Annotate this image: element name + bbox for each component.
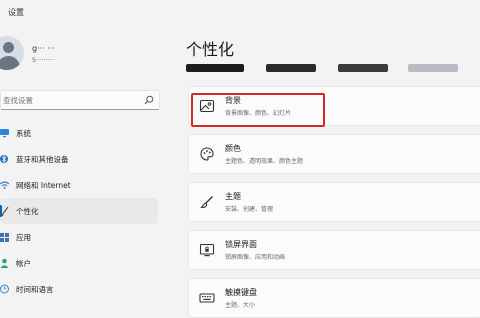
theme-preview[interactable] [338,64,388,72]
sidebar-item-time-language[interactable]: 时间和语言 [0,276,158,302]
card-subtitle: 锁屏图像、应用和动画 [225,254,286,261]
sidebar-item-system[interactable]: 系统 [0,120,158,146]
page-title: 个性化 [186,40,235,59]
wifi-icon [0,181,10,189]
window-title: 设置 [8,8,24,17]
apps-icon [0,233,9,242]
card-subtitle: 主题、大小 [225,302,256,309]
sidebar-item-label: 蓝牙和其他设备 [16,155,69,164]
sidebar-item-label: 个性化 [16,207,39,216]
person-icon [0,258,9,268]
search-box[interactable] [0,90,160,110]
lock-screen-icon [199,243,215,257]
monitor-icon [0,129,9,138]
search-icon[interactable] [144,95,154,105]
user-profile[interactable]: g··· ··· S·········· [0,32,175,74]
theme-preview[interactable] [408,64,458,72]
card-title: 锁屏界面 [225,240,257,249]
main-content: 个性化 背景 背景图像、颜色、幻灯片 颜色 主题色、透明效果、颜色主题 主题 安… [186,0,480,318]
brush-icon [200,196,213,208]
bluetooth-icon [0,155,8,163]
sidebar-nav: 系统 蓝牙和其他设备 网络和 Internet 个性化 应用 帐户 时间和语言 [0,120,160,302]
sidebar-item-label: 时间和语言 [16,285,54,294]
card-touch-keyboard[interactable]: 触摸键盘 主题、大小 [188,278,480,318]
sidebar-item-personalization[interactable]: 个性化 [0,198,158,224]
sidebar-item-label: 帐户 [16,259,31,268]
highlight-box [191,93,325,127]
user-email: S·········· [32,57,55,64]
search-input[interactable] [1,91,139,109]
card-title: 颜色 [225,144,241,153]
card-subtitle: 主题色、透明效果、颜色主题 [225,158,304,165]
avatar [0,36,24,70]
sidebar-item-apps[interactable]: 应用 [0,224,158,250]
brush-icon [0,206,9,217]
sidebar-item-accounts[interactable]: 帐户 [0,250,158,276]
sidebar-item-network[interactable]: 网络和 Internet [0,172,158,198]
theme-preview[interactable] [186,64,244,72]
settings-window: 设置 g··· ··· S·········· 系统 蓝牙和其他设备 [0,0,480,318]
card-themes[interactable]: 主题 安装、创建、管理 [188,182,480,222]
card-subtitle: 安装、创建、管理 [225,206,274,213]
sidebar-item-label: 网络和 Internet [16,181,71,190]
card-lock-screen[interactable]: 锁屏界面 锁屏图像、应用和动画 [188,230,480,270]
keyboard-icon [199,293,215,303]
sidebar-item-label: 应用 [16,233,31,242]
user-name: g··· ··· [32,44,55,53]
palette-icon [200,147,214,161]
sidebar-item-bluetooth[interactable]: 蓝牙和其他设备 [0,146,158,172]
card-colors[interactable]: 颜色 主题色、透明效果、颜色主题 [188,134,480,174]
theme-preview-strip [186,64,480,74]
globe-clock-icon [0,284,9,294]
card-title: 主题 [225,192,241,201]
theme-preview[interactable] [266,64,316,72]
sidebar-item-label: 系统 [16,129,31,138]
card-title: 触摸键盘 [225,288,257,297]
